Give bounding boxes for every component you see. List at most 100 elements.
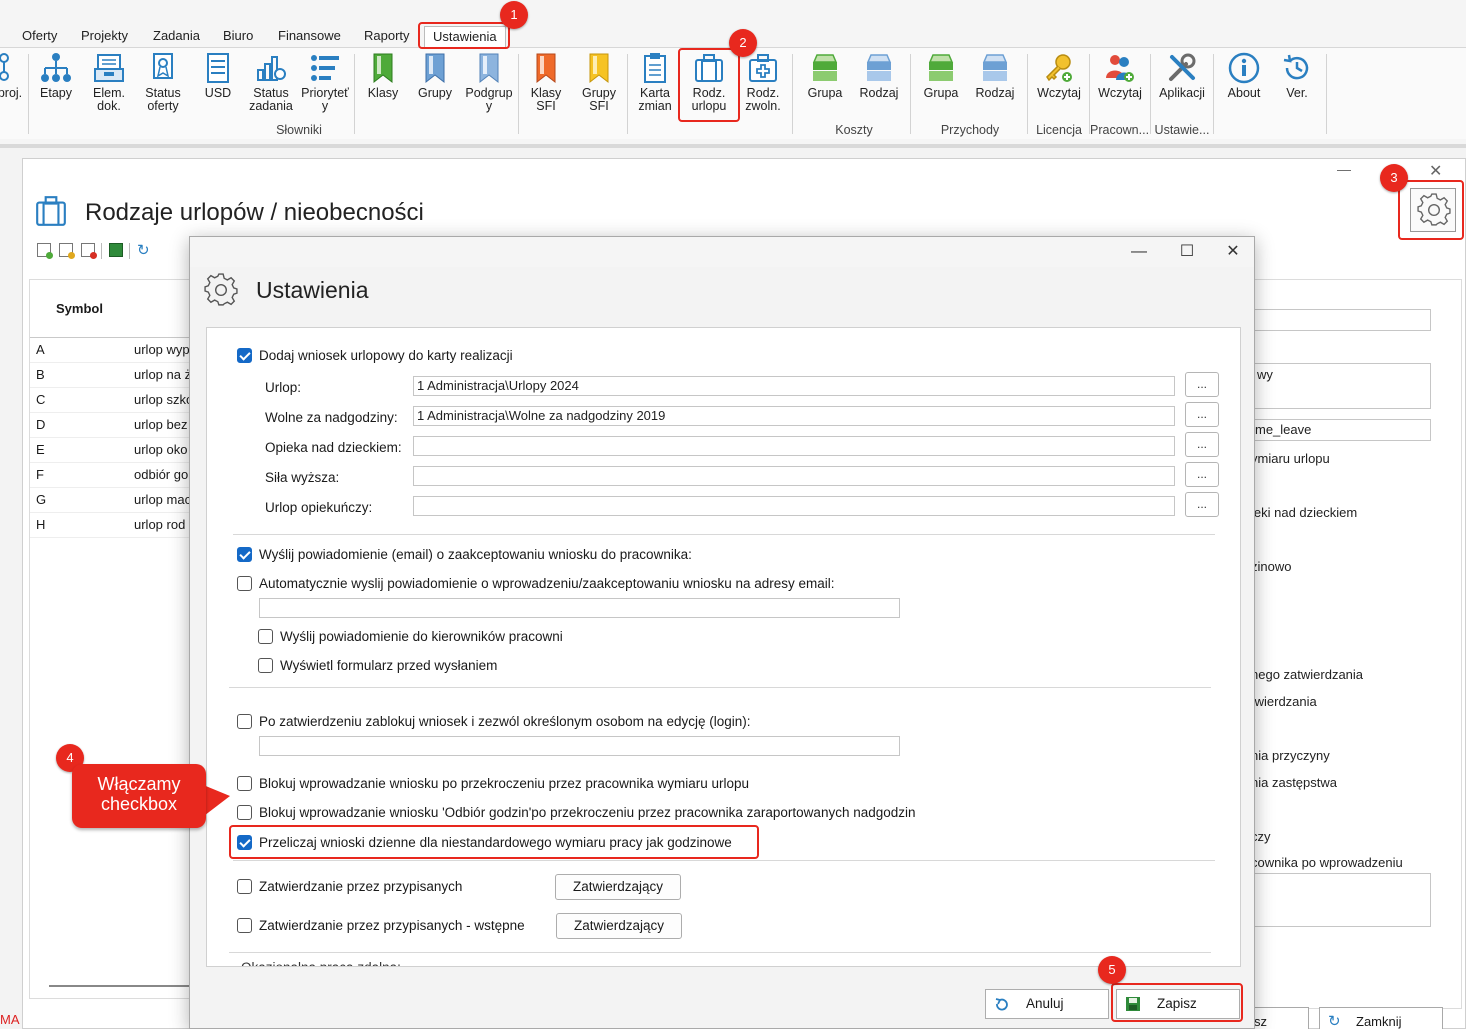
priorytety-label: Prioryteť y bbox=[301, 86, 349, 113]
group-pracown: Pracown... bbox=[1090, 123, 1150, 137]
wczytaj-pracown-button[interactable]: Wczytaj bbox=[1094, 52, 1146, 118]
grupy-button[interactable]: Grupy bbox=[413, 52, 457, 118]
usd-button[interactable]: USD bbox=[196, 52, 240, 118]
elem-dok-button[interactable]: Elem. dok. bbox=[87, 52, 131, 118]
ver-button[interactable]: Ver. bbox=[1274, 52, 1320, 118]
close-icon[interactable]: ✕ bbox=[1429, 161, 1442, 181]
urlop-browse-button[interactable]: ... bbox=[1185, 372, 1219, 397]
opiekunczy-browse-button[interactable]: ... bbox=[1185, 492, 1219, 517]
tab-projekty[interactable]: Projekty bbox=[77, 26, 132, 48]
dialog-minimize-icon[interactable]: — bbox=[1128, 241, 1150, 263]
klasy-button[interactable]: Klasy bbox=[361, 52, 405, 118]
tray-icon bbox=[94, 54, 124, 82]
show-form-checkbox[interactable]: Wyświetl formularz przed wysłaniem bbox=[258, 656, 497, 676]
table-row[interactable]: Burlop na ż bbox=[30, 363, 196, 388]
status-oferty-button[interactable]: Status oferty bbox=[139, 52, 187, 118]
group-przychody: Przychody bbox=[940, 123, 1000, 137]
proj-button[interactable]: proj. bbox=[0, 52, 24, 118]
opieka-browse-button[interactable]: ... bbox=[1185, 432, 1219, 457]
checkbox-checked[interactable] bbox=[237, 546, 252, 562]
dialog-maximize-icon[interactable]: ☐ bbox=[1176, 241, 1198, 263]
table-row[interactable]: Gurlop mac bbox=[30, 488, 196, 513]
table-row[interactable]: Durlop bez bbox=[30, 413, 196, 438]
refresh-icon[interactable]: ↻ bbox=[137, 241, 150, 259]
grupy-sfi-button[interactable]: Grupy SFI bbox=[577, 52, 621, 118]
tab-raporty[interactable]: Raporty bbox=[360, 26, 414, 48]
koszty-grupa-button[interactable]: Grupa bbox=[803, 52, 847, 118]
checkbox-unchecked[interactable] bbox=[237, 575, 252, 591]
notification-emails-input[interactable] bbox=[259, 598, 900, 618]
remote-work-label: Okazjonalna praca zdalna: bbox=[241, 958, 401, 966]
dialog-gear-icon bbox=[204, 273, 238, 306]
karta-zmian-button[interactable]: Karta zmian bbox=[633, 52, 677, 118]
minimize-icon[interactable]: — bbox=[1337, 161, 1351, 177]
block-exceed-hours-checkbox[interactable]: Blokuj wprowadzanie wniosku 'Odbiór godz… bbox=[237, 803, 916, 823]
table-row[interactable]: Aurlop wyp bbox=[30, 338, 196, 363]
lock-logins-input[interactable] bbox=[259, 736, 900, 756]
details-text-6: nego zatwierdzania bbox=[1251, 667, 1364, 682]
pre-approvers-button[interactable]: Zatwierdzający bbox=[556, 913, 682, 939]
auto-notification-checkbox[interactable]: Automatycznie wyslij powiadomienie o wpr… bbox=[237, 574, 835, 594]
checkbox-unchecked[interactable] bbox=[237, 713, 252, 729]
checkbox-unchecked[interactable] bbox=[258, 628, 273, 644]
delete-record-icon[interactable] bbox=[81, 243, 97, 259]
przychody-rodzaj-button[interactable]: Rodzaj bbox=[972, 52, 1018, 118]
partial-button[interactable]: sz bbox=[1249, 1007, 1309, 1029]
checkbox-unchecked[interactable] bbox=[237, 917, 252, 933]
checkbox-checked[interactable] bbox=[237, 347, 252, 363]
notify-managers-checkbox[interactable]: Wyślij powiadomienie do kierowników prac… bbox=[258, 627, 563, 647]
klasy-sfi-button[interactable]: Klasy SFI bbox=[524, 52, 568, 118]
wolne-browse-button[interactable]: ... bbox=[1185, 402, 1219, 427]
details-field-4[interactable] bbox=[1251, 873, 1431, 927]
tab-zadania[interactable]: Zadania bbox=[149, 26, 204, 48]
koszty-rodzaj-button[interactable]: Rodzaj bbox=[856, 52, 902, 118]
tab-oferty[interactable]: Oferty bbox=[18, 26, 61, 48]
opiekunczy-input[interactable] bbox=[413, 496, 1175, 516]
tab-finansowe[interactable]: Finansowe bbox=[274, 26, 345, 48]
priorytety-button[interactable]: Prioryteť y bbox=[299, 52, 351, 118]
etapy-button[interactable]: Etapy bbox=[34, 52, 78, 118]
add-record-icon[interactable] bbox=[37, 243, 53, 259]
podgrupy-button[interactable]: Podgrup y bbox=[462, 52, 516, 118]
przychody-grupa-button[interactable]: Grupa bbox=[919, 52, 963, 118]
close-button[interactable]: ↻ Zamknij bbox=[1319, 1007, 1443, 1029]
checkbox-unchecked[interactable] bbox=[237, 775, 252, 791]
usd-label: USD bbox=[204, 86, 232, 100]
approvers-button[interactable]: Zatwierdzający bbox=[555, 874, 681, 900]
sila-input[interactable] bbox=[413, 466, 1175, 486]
cancel-button[interactable]: Anuluj bbox=[985, 989, 1109, 1019]
send-notification-checkbox[interactable]: Wyślij powiadomienie (email) o zaakcepto… bbox=[237, 545, 692, 565]
details-field-2[interactable] bbox=[1251, 363, 1431, 409]
edit-record-icon[interactable] bbox=[59, 243, 75, 259]
opieka-input[interactable] bbox=[413, 436, 1175, 456]
add-to-card-checkbox[interactable]: Dodaj wniosek urlopowy do karty realizac… bbox=[237, 346, 513, 366]
block-exceed-leave-checkbox[interactable]: Blokuj wprowadzanie wniosku po przekrocz… bbox=[237, 774, 749, 794]
checkbox-unchecked[interactable] bbox=[237, 804, 252, 820]
tab-biuro[interactable]: Biuro bbox=[219, 26, 257, 48]
table-row[interactable]: Curlop szko bbox=[30, 388, 196, 413]
table-row[interactable]: Eurlop oko bbox=[30, 438, 196, 463]
aplikacji-button[interactable]: Aplikacji bbox=[1154, 52, 1210, 118]
priority-list-icon bbox=[311, 55, 339, 81]
suitcase-title-icon bbox=[36, 196, 66, 226]
approve-assigned-pre-checkbox[interactable]: Zatwierdzanie przez przypisanych - wstęp… bbox=[237, 916, 525, 936]
about-button[interactable]: About bbox=[1220, 52, 1268, 118]
checkbox-unchecked[interactable] bbox=[237, 878, 252, 894]
table-row[interactable]: Hurlop rod bbox=[30, 513, 196, 538]
details-field-1[interactable] bbox=[1251, 309, 1431, 331]
wczytaj-licencja-button[interactable]: Wczytaj bbox=[1033, 52, 1085, 118]
cancel-label: Anuluj bbox=[1026, 996, 1064, 1011]
lock-after-approval-checkbox[interactable]: Po zatwierdzeniu zablokuj wniosek i zezw… bbox=[237, 712, 750, 732]
dialog-close-icon[interactable]: ✕ bbox=[1222, 241, 1244, 263]
approve-assigned-checkbox[interactable]: Zatwierdzanie przez przypisanych bbox=[237, 877, 462, 897]
urlop-input[interactable]: 1 Administracja\Urlopy 2024 bbox=[413, 376, 1175, 396]
table-row[interactable]: Fodbiór go bbox=[30, 463, 196, 488]
save-icon[interactable] bbox=[109, 243, 123, 257]
horizontal-scrollbar[interactable] bbox=[49, 985, 199, 987]
tools-icon bbox=[1169, 53, 1196, 81]
sila-browse-button[interactable]: ... bbox=[1185, 462, 1219, 487]
status-zadania-button[interactable]: Status zadania bbox=[246, 52, 296, 118]
wolne-input[interactable]: 1 Administracja\Wolne za nadgodziny 2019 bbox=[413, 406, 1175, 426]
checkbox-unchecked[interactable] bbox=[258, 657, 273, 673]
rodz-zwoln-button[interactable]: Rodz. zwoln. bbox=[740, 52, 786, 118]
